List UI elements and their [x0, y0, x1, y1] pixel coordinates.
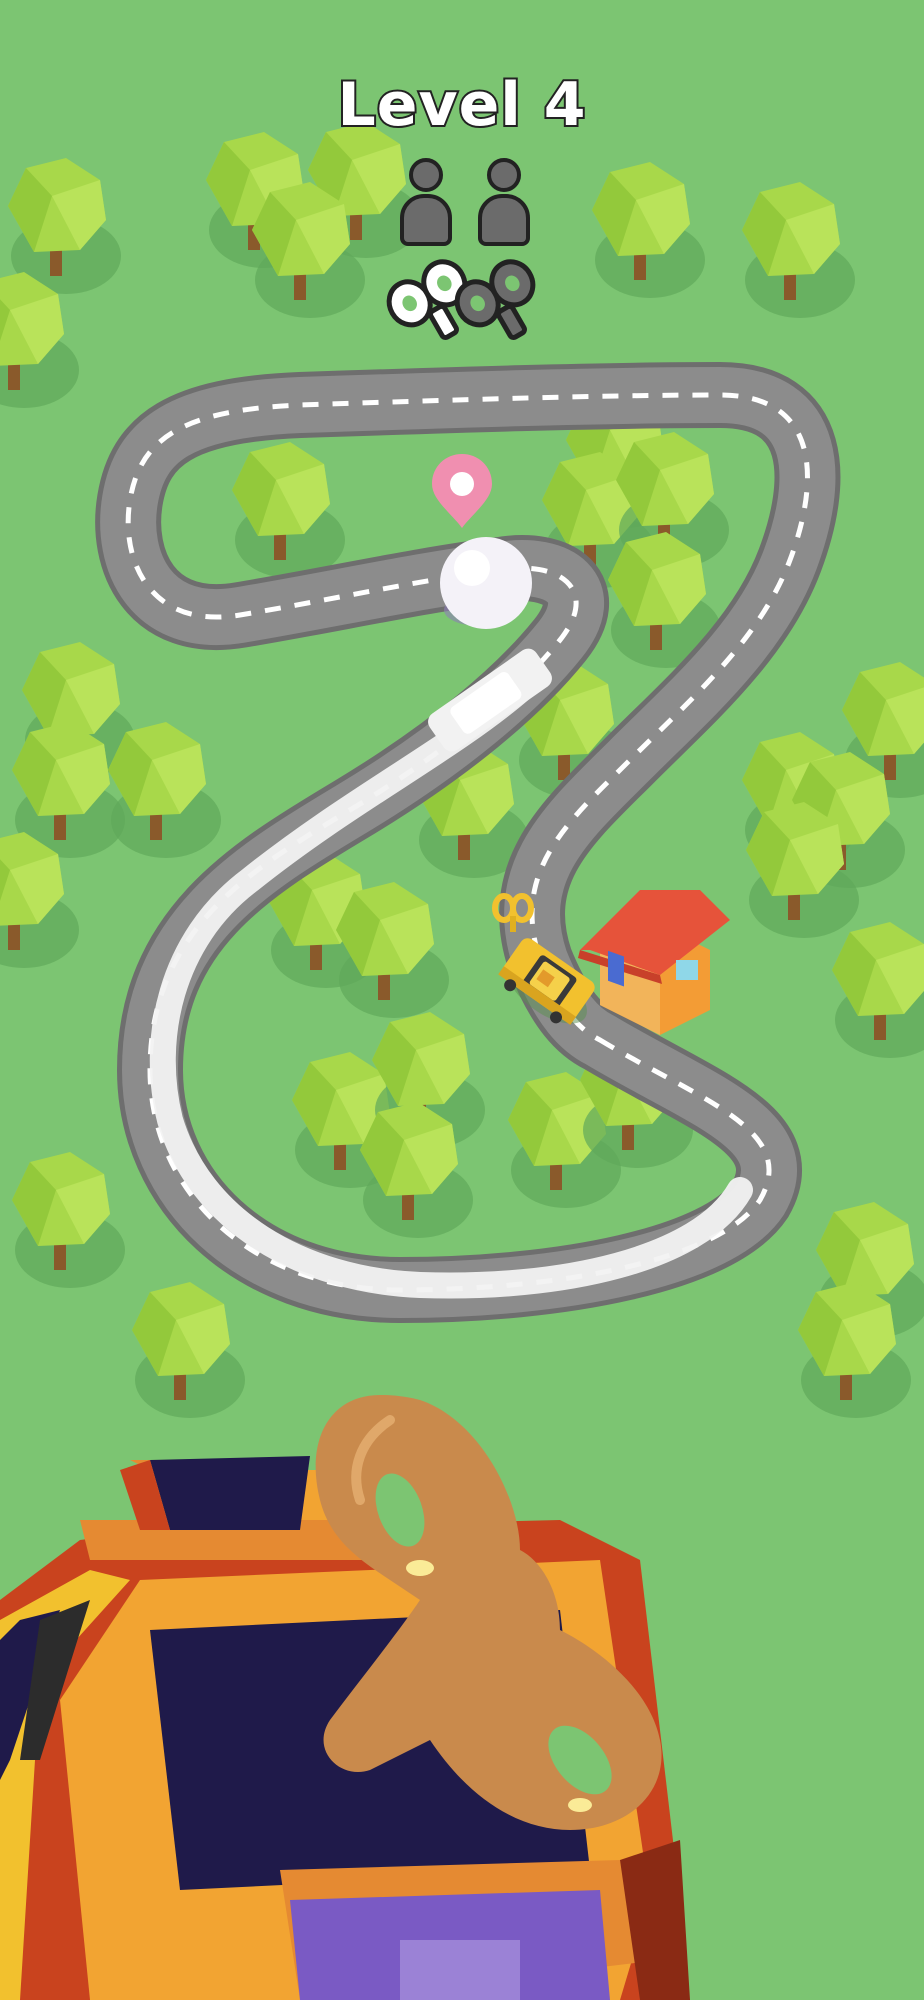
tree: [336, 882, 449, 1018]
destination-pin-icon: [432, 454, 492, 528]
tree: [132, 1282, 245, 1418]
tree: [108, 722, 221, 858]
tree: [832, 922, 924, 1058]
snowball: [440, 537, 532, 629]
tree: [592, 162, 705, 298]
tree: [12, 1152, 125, 1288]
tree: [742, 182, 855, 318]
game-scene[interactable]: [0, 0, 924, 2000]
tree: [232, 442, 345, 578]
